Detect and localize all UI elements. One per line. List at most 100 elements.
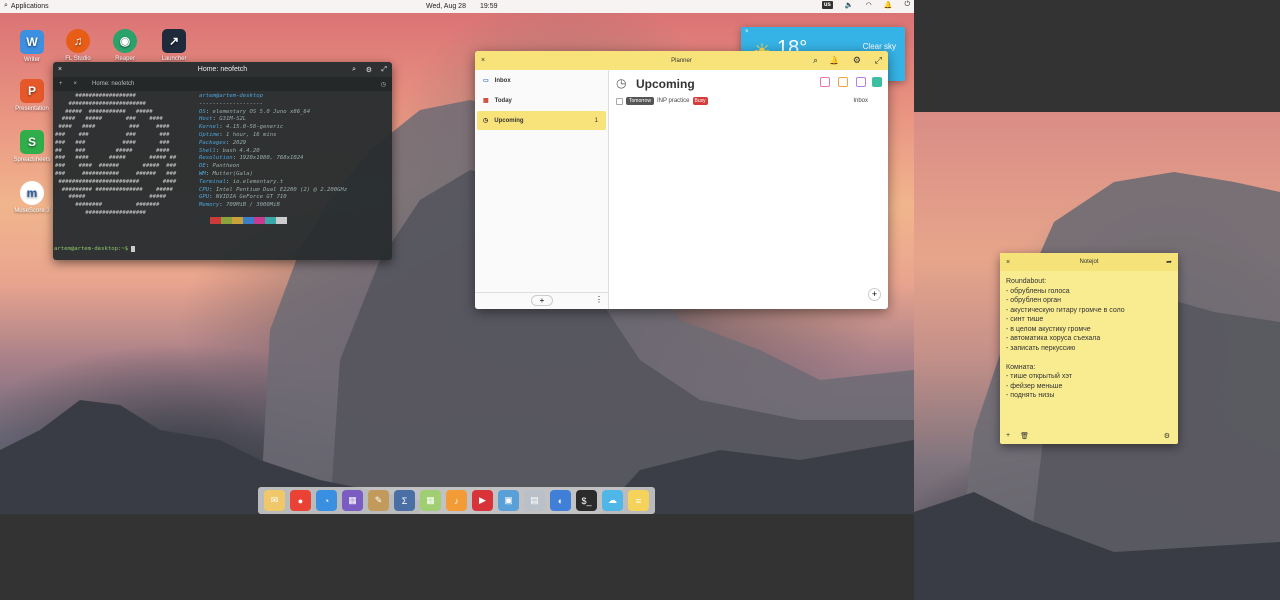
appcenter-icon: ▦ <box>348 495 357 505</box>
pin-icon[interactable]: ➦ <box>1166 258 1172 266</box>
dock-item-files[interactable]: ▤ <box>524 490 545 511</box>
dock-item-terminal[interactable]: $_ <box>576 490 597 511</box>
flstudio-icon: ♫ <box>66 29 90 53</box>
info-key: Packages <box>199 139 226 146</box>
desktop-icon-reaper[interactable]: ◉ Reaper <box>105 29 145 62</box>
musescore-icon: m <box>20 181 44 205</box>
clock[interactable]: Wed, Aug 28 19:59 <box>426 3 498 10</box>
dock-item-spreadsheet[interactable]: ▦ <box>420 490 441 511</box>
maximize-icon[interactable]: ⤢ <box>875 55 882 66</box>
new-tab-icon[interactable]: + <box>53 81 69 87</box>
dock-item-calc[interactable]: Σ <box>394 490 415 511</box>
desktop-icon-presentation[interactable]: P Presentation <box>12 79 52 112</box>
add-project-button[interactable]: + <box>531 295 553 306</box>
dock-item-notes[interactable]: ≡ <box>628 490 649 511</box>
dock-item-videos[interactable]: ▶ <box>472 490 493 511</box>
launcher-icon: ↗ <box>162 29 186 53</box>
info-key: Resolution <box>199 155 233 162</box>
info-value: Mutter(Gala) <box>212 170 253 177</box>
task-project: Inbox <box>853 98 868 104</box>
info-value: 1920x1080, 768x1024 <box>239 155 304 162</box>
notifications-icon[interactable]: 🔔 <box>884 1 893 9</box>
sidebar-item-inbox[interactable]: ▭ Inbox <box>477 71 606 90</box>
trash-icon[interactable]: 🗑 <box>1020 432 1029 440</box>
task-date-tag: Tomorrow <box>626 97 654 105</box>
sidebar-item-count: 1 <box>594 117 598 124</box>
info-key: GPU <box>199 194 210 201</box>
info-value: 4.15.0-58-generic <box>225 124 284 131</box>
sidebar-item-today[interactable]: ▦ Today <box>477 91 606 110</box>
desktop-icon-spreadsheets[interactable]: S Spreadsheets <box>12 130 52 163</box>
add-note-icon[interactable]: + <box>1006 432 1010 440</box>
dock-item-brush[interactable]: ✎ <box>368 490 389 511</box>
power-icon[interactable]: ⏻ <box>904 1 910 9</box>
dock-item-music[interactable]: ♪ <box>446 490 467 511</box>
dock-item-photos[interactable]: ▣ <box>498 490 519 511</box>
tab-home-neofetch[interactable]: Home: neofetch <box>82 81 144 87</box>
dock-item-weather[interactable]: ☁ <box>602 490 623 511</box>
neofetch-header: artem@artem-desktop <box>199 93 263 99</box>
maximize-icon[interactable]: ⤢ <box>381 66 387 74</box>
task-row[interactable]: Tomorrow INP practice Busy Inbox <box>616 97 868 105</box>
page-title: Upcoming <box>636 77 695 91</box>
note-line: - поднять низы <box>1006 392 1055 399</box>
note-line: - в целом акустику громче <box>1006 325 1091 333</box>
note-line: Комната: <box>1006 363 1036 371</box>
info-value: io.elementary.t <box>232 178 284 185</box>
dock-item-appcenter[interactable]: ▦ <box>342 490 363 511</box>
applications-label: Applications <box>10 2 49 10</box>
info-value: Intel Pentium Dual E2200 (2) @ 2.200GHz <box>215 186 348 193</box>
palette-swatch <box>243 216 254 224</box>
info-value: bash 4.4.20 <box>222 147 260 154</box>
notes-icon: ≡ <box>635 495 642 506</box>
indicators: us 🔈 ◠ 🔔 ⏻ <box>821 1 910 9</box>
weather-icon: ☁ <box>608 495 617 505</box>
info-value: G31M-S2L <box>219 116 247 123</box>
clock-icon: ◷ <box>483 118 489 124</box>
note-text[interactable]: Roundabout: - обрублены голоса - обрублен … <box>1000 271 1178 407</box>
gear-icon[interactable]: ⚙ <box>853 55 861 66</box>
terminal-icon: $_ <box>581 495 592 506</box>
sidebar-item-upcoming[interactable]: ◷ Upcoming 1 <box>477 111 606 130</box>
tag-icon[interactable] <box>820 77 830 87</box>
info-key: Uptime <box>199 131 220 138</box>
more-menu-icon[interactable]: ⋮ <box>595 295 603 304</box>
desktop-icon-musescore[interactable]: m MuseScore 3 <box>12 181 52 214</box>
applications-menu[interactable]: ⌕ Applications <box>4 2 49 10</box>
history-icon[interactable]: ◷ <box>381 81 392 88</box>
volume-icon[interactable]: 🔈 <box>845 1 854 9</box>
info-key: WM <box>199 170 206 177</box>
info-key: OS <box>199 108 206 115</box>
dock-item-settings[interactable]: ◐ <box>550 490 571 511</box>
gear-icon[interactable]: ⚙ <box>1164 432 1170 440</box>
task-checkbox[interactable] <box>616 97 623 105</box>
color-palette <box>199 216 392 224</box>
bell-icon[interactable]: 🔔 <box>829 56 839 65</box>
dock-item-mail[interactable]: ✉ <box>264 490 285 511</box>
epiphany-icon: ◔ <box>323 495 330 506</box>
search-icon[interactable]: ⌕ <box>813 55 818 66</box>
copy-icon[interactable] <box>838 77 848 87</box>
add-task-button[interactable]: + <box>868 288 881 301</box>
desktop-icon-writer[interactable]: W Writer <box>12 30 52 63</box>
gear-icon[interactable]: ⚙ <box>366 66 372 74</box>
share-icon[interactable] <box>856 77 866 87</box>
network-icon[interactable]: ◠ <box>866 1 872 9</box>
neofetch-info: artem@artem-desktop ------------------- … <box>199 91 392 224</box>
terminal-output[interactable]: ################## #####################… <box>53 91 392 224</box>
chrome-icon: ● <box>297 495 304 506</box>
close-icon[interactable]: × <box>745 29 749 35</box>
desktop-icon-launcher[interactable]: ↗ Launcher <box>154 29 194 62</box>
info-key: DE <box>199 163 206 170</box>
calendar-sync-icon[interactable] <box>872 77 882 87</box>
desktop-icon-flstudio[interactable]: ♫ FL Studio <box>58 29 98 62</box>
close-tab-icon[interactable]: × <box>69 81 83 87</box>
planner-main: ◷ Upcoming Tomorrow INP practice Busy In… <box>609 70 888 309</box>
dock-item-chrome[interactable]: ● <box>290 490 311 511</box>
info-value: Pantheon <box>212 163 240 170</box>
keyboard-layout-indicator[interactable]: us <box>821 1 833 9</box>
search-icon[interactable]: ⌕ <box>352 66 356 74</box>
sidebar-item-label: Today <box>494 97 512 104</box>
notejot-window: × Notejot ➦ Roundabout: - обрублены голос… <box>1000 253 1178 444</box>
dock-item-epiphany[interactable]: ◔ <box>316 490 337 511</box>
